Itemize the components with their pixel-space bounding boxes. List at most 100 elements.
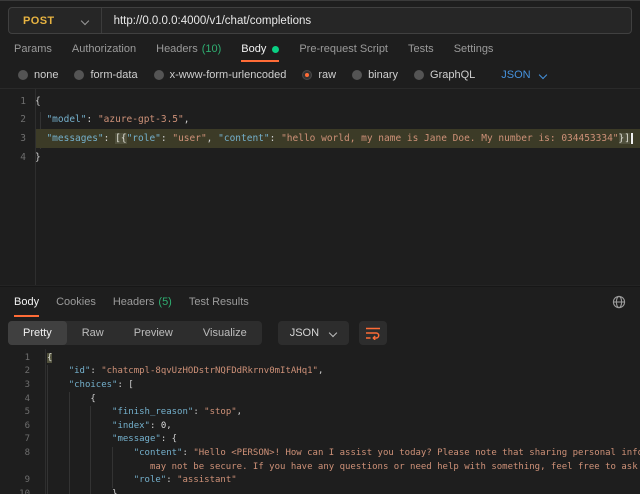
code-line: 2 "id": "chatcmpl-8qvUzHODstrNQFDdRkrnv0… [0, 365, 640, 379]
response-tab-list: Body Cookies Headers(5) Test Results [14, 287, 249, 317]
token-pun: , [207, 133, 218, 144]
request-body-editor[interactable]: 1{2 "model": "azure-gpt-3.5",3 "messages… [0, 88, 640, 286]
body-type-none[interactable]: none [18, 69, 58, 81]
token-pun: } [35, 152, 41, 163]
request-tab-params[interactable]: Params [14, 36, 52, 62]
code-line: 9 "role": "assistant" [0, 473, 640, 487]
response-tab-cookies[interactable]: Cookies [56, 287, 96, 317]
radio-icon [352, 70, 362, 80]
token-key: "index" [112, 421, 150, 431]
view-visualize[interactable]: Visualize [188, 321, 262, 345]
code-line: may not be secure. If you have any quest… [0, 460, 640, 474]
code-text: } [35, 152, 640, 163]
view-raw[interactable]: Raw [67, 321, 119, 345]
url-input[interactable]: http://0.0.0.0:4000/v1/chat/completions [102, 15, 312, 27]
chevron-down-icon [539, 71, 547, 79]
radio-icon [74, 70, 84, 80]
line-number: 1 [0, 353, 30, 363]
token-str: "assistant" [177, 475, 237, 485]
tab-label: Headers [156, 43, 198, 55]
response-body-editor[interactable]: 1 {2 "id": "chatcmpl-8qvUzHODstrNQFDdRkrn… [0, 349, 640, 494]
request-language-dropdown[interactable]: JSON [501, 69, 546, 81]
view-preview[interactable]: Preview [119, 321, 188, 345]
code-text: "id": "chatcmpl-8qvUzHODstrNQFDdRkrnv0mI… [47, 366, 640, 376]
body-type-binary[interactable]: binary [352, 69, 398, 81]
code-line: 3 "choices": [ [0, 378, 640, 392]
line-number: 6 [0, 421, 30, 431]
token-key: "choices" [69, 380, 118, 390]
radio-label: none [34, 69, 58, 81]
body-type-raw[interactable]: raw [302, 69, 336, 81]
body-type-row: none form-data x-www-form-urlencoded raw bin… [0, 62, 640, 88]
request-tab-pre-request-script[interactable]: Pre-request Script [299, 36, 388, 62]
token-key: "finish_reason" [112, 407, 193, 417]
code-text: "model": "azure-gpt-3.5", [35, 114, 640, 125]
request-tab-headers[interactable]: Headers(10) [156, 36, 221, 62]
token-str: "chatcmpl-8qvUzHODstrNQFDdRkrnv0mItAHq1" [101, 366, 318, 376]
token-pln [35, 114, 46, 125]
globe-icon[interactable] [612, 287, 626, 317]
response-language-dropdown[interactable]: JSON [278, 321, 349, 345]
request-tab-body[interactable]: Body [241, 36, 279, 62]
wrap-text-icon [365, 327, 381, 340]
token-pun: , [166, 421, 171, 431]
text-cursor [631, 133, 633, 144]
tab-label: Test Results [189, 296, 249, 308]
radio-label: GraphQL [430, 69, 475, 81]
token-pln [47, 475, 134, 485]
line-number: 8 [0, 448, 30, 458]
radio-icon [414, 70, 424, 80]
token-brk: { [47, 353, 52, 363]
code-text: "message": { [47, 434, 640, 444]
request-tab-tests[interactable]: Tests [408, 36, 434, 62]
token-pun: : [ [117, 380, 133, 390]
token-pun: : [161, 434, 172, 444]
token-key: "content" [134, 448, 183, 458]
chevron-down-icon [81, 17, 89, 25]
spacer [266, 287, 595, 317]
response-toolbar: PrettyRawPreviewVisualize JSON [0, 317, 640, 349]
token-pln [47, 421, 112, 431]
code-text: "content": "Hello <PERSON>! How can I as… [47, 448, 640, 458]
request-tab-settings[interactable]: Settings [454, 36, 494, 62]
method-selector[interactable]: POST [9, 8, 101, 33]
token-pun: : [270, 133, 281, 144]
token-brk: }] [619, 133, 630, 144]
token-key: "role" [127, 133, 161, 144]
body-type-graphql[interactable]: GraphQL [414, 69, 475, 81]
tab-label: Pre-request Script [299, 43, 388, 55]
response-tab-headers[interactable]: Headers(5) [113, 287, 172, 317]
code-line: 5 "finish_reason": "stop", [0, 405, 640, 419]
tab-count: (5) [158, 296, 171, 308]
response-tab-body[interactable]: Body [14, 287, 39, 317]
token-pun: : [182, 448, 193, 458]
token-key: "messages" [46, 133, 103, 144]
body-type-form-data[interactable]: form-data [74, 69, 137, 81]
chevron-down-icon [329, 329, 337, 337]
token-pun: { [172, 434, 177, 444]
token-pun: : [87, 114, 98, 125]
token-pun: : [166, 475, 177, 485]
code-line: 1{ [0, 92, 640, 111]
token-pln [47, 394, 90, 404]
request-tab-authorization[interactable]: Authorization [72, 36, 136, 62]
token-key: "role" [134, 475, 167, 485]
radio-selected-icon [302, 70, 312, 80]
code-line: 10 } [0, 487, 640, 494]
token-pln [47, 366, 69, 376]
tab-label: Headers [113, 296, 155, 308]
radio-label: binary [368, 69, 398, 81]
line-number: 3 [0, 133, 26, 144]
response-tabs: Body Cookies Headers(5) Test Results [0, 286, 640, 317]
body-type-x-www-form-urlencoded[interactable]: x-www-form-urlencoded [154, 69, 287, 81]
tab-label: Params [14, 43, 52, 55]
line-number: 1 [0, 96, 26, 107]
wrap-text-button[interactable] [359, 321, 387, 345]
radio-icon [154, 70, 164, 80]
response-tab-test-results[interactable]: Test Results [189, 287, 249, 317]
token-pln [47, 380, 69, 390]
view-pretty[interactable]: Pretty [8, 321, 67, 345]
token-key: "message" [112, 434, 161, 444]
line-number: 3 [0, 380, 30, 390]
tab-label: Tests [408, 43, 434, 55]
